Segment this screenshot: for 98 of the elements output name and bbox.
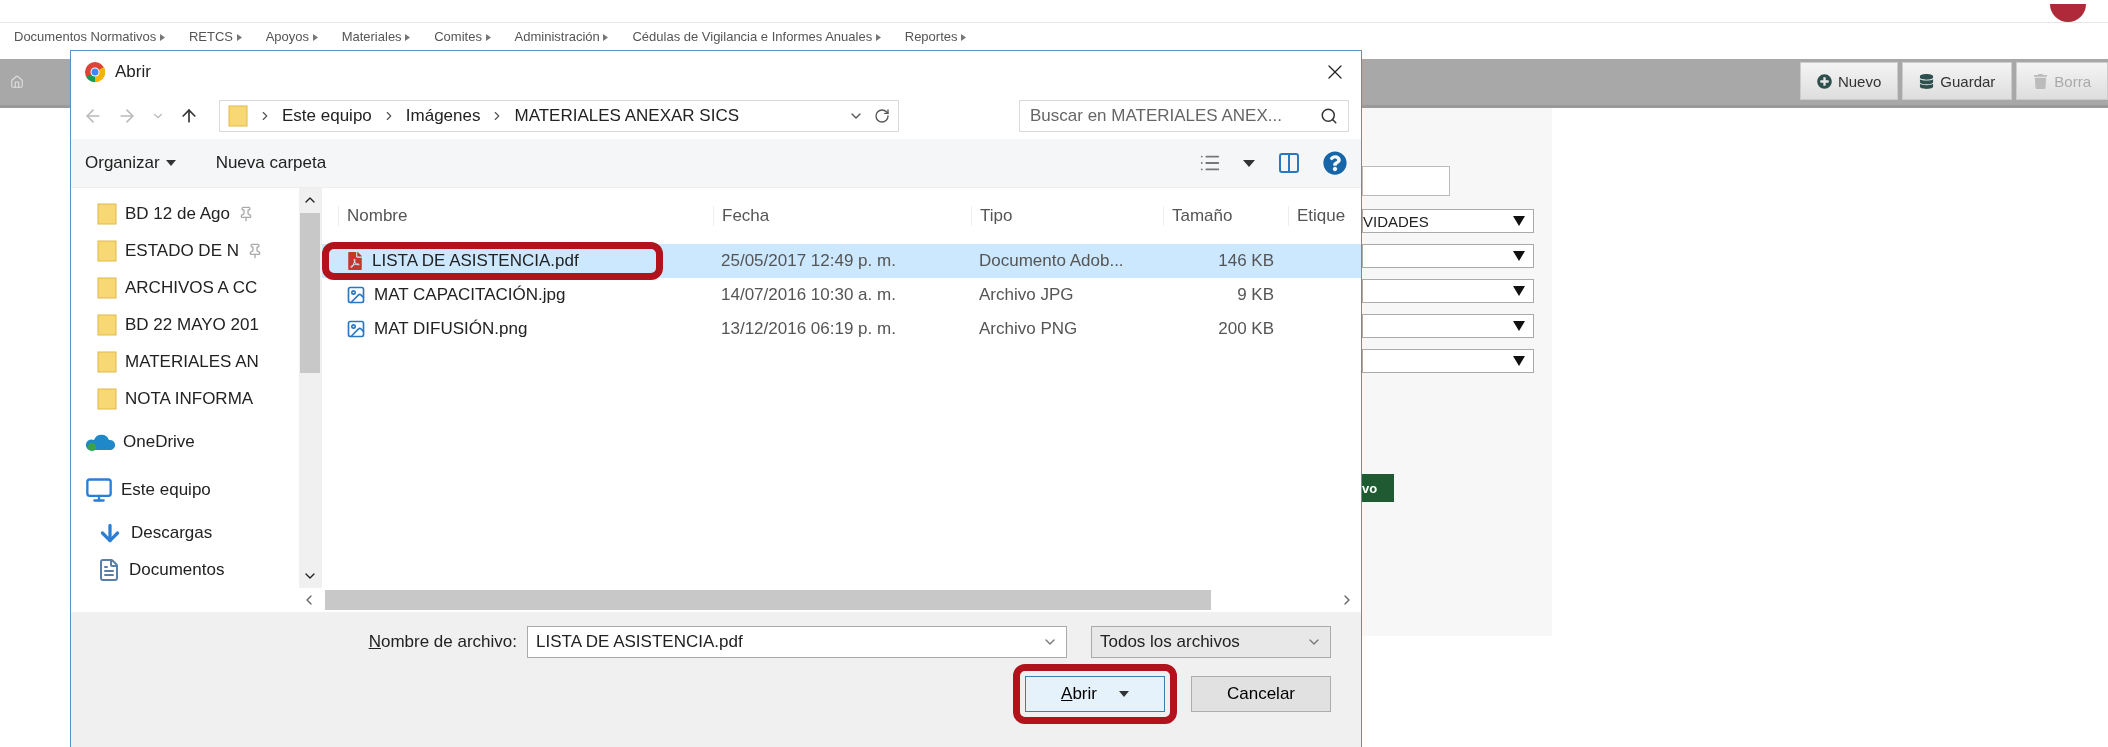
menu-item[interactable]: Materiales — [341, 29, 411, 51]
computer-icon — [85, 476, 113, 504]
filename-field[interactable]: LISTA DE ASISTENCIA.pdf — [527, 626, 1067, 658]
nav-item[interactable]: OneDrive — [71, 417, 299, 466]
save-icon — [1919, 73, 1935, 89]
folder-icon — [97, 239, 117, 264]
nav-item[interactable]: Descargas — [71, 514, 299, 552]
caret-icon — [1513, 286, 1525, 296]
delete-icon — [2033, 73, 2049, 89]
caret-icon — [165, 160, 176, 166]
path-crumb[interactable]: MATERIALES ANEXAR SICS — [514, 106, 739, 126]
command-button[interactable]: Organizar — [85, 153, 176, 173]
file-row[interactable]: MAT DIFUSIÓN.png 13/12/2016 06:19 p. m. Archivo PNG 200 KB — [322, 312, 1361, 346]
scrollbar[interactable] — [299, 188, 321, 588]
caret-icon — [1513, 321, 1525, 331]
file-size: 200 KB — [1217, 319, 1275, 339]
file-name: MAT DIFUSIÓN.png — [374, 319, 528, 339]
search-field[interactable]: Buscar en MATERIALES ANEX... — [1019, 100, 1349, 132]
preview-pane-icon[interactable] — [1277, 151, 1301, 175]
file-date: 14/07/2016 10:30 a. m. — [720, 285, 897, 305]
file-size: 146 KB — [1217, 251, 1275, 271]
folder-icon — [97, 202, 117, 227]
caret-icon — [1118, 691, 1129, 697]
path-crumb[interactable]: Imágenes — [405, 106, 481, 126]
file-type: Archivo JPG — [978, 285, 1075, 305]
search-icon — [1320, 107, 1338, 125]
dialog-title: Abrir — [115, 62, 152, 82]
file-type: Documento Adob... — [978, 251, 1125, 271]
file-row[interactable]: MAT CAPACITACIÓN.jpg 14/07/2016 10:30 a. m. Archivo JPG 9 KB — [322, 278, 1361, 312]
dialog-button[interactable]: Cancelar — [1191, 676, 1331, 712]
logo-icon — [2048, 4, 2088, 22]
address-bar[interactable]: Este equipo Imágenes MATERIALES ANEXAR SICS — [219, 100, 899, 132]
caret-icon — [159, 34, 165, 41]
file-type-select[interactable]: Todos los archivos — [1091, 626, 1331, 658]
column-header[interactable]: Fecha — [713, 206, 971, 226]
toolbar-button[interactable]: Nuevo — [1799, 62, 1899, 100]
menu-item[interactable]: Reportes — [904, 29, 967, 51]
select-field[interactable]: VIDADES — [1362, 209, 1534, 233]
caret-icon — [961, 34, 967, 41]
nav-item[interactable]: MATERIALES AN — [71, 343, 299, 381]
caret-icon — [1513, 216, 1525, 226]
select-field[interactable] — [1362, 314, 1534, 338]
caret-icon — [1513, 251, 1525, 261]
caret-icon — [1513, 356, 1525, 366]
menu-item[interactable]: Cédulas de Vigilancia e Informes Anuales — [632, 29, 881, 51]
menu-item[interactable]: Administración — [514, 29, 609, 51]
dialog-button[interactable]: Abrir — [1025, 676, 1165, 712]
menu-item[interactable]: Apoyos — [265, 29, 318, 51]
file-row[interactable]: LISTA DE ASISTENCIA.pdf 25/05/2017 12:49 p. m. Documento Adob... 146 KB — [322, 244, 1361, 278]
folder-icon — [228, 104, 248, 128]
nav-item[interactable]: Este equipo — [71, 465, 299, 515]
nav-item[interactable]: BD 22 MAYO 201 — [71, 306, 299, 344]
pdf-icon — [346, 252, 364, 270]
path-crumb[interactable]: Este equipo — [282, 106, 372, 126]
caret-icon — [236, 34, 242, 41]
nav-item[interactable]: Documentos — [71, 551, 299, 589]
caret-icon — [312, 34, 318, 41]
nav-item[interactable]: BD 12 de Ago — [71, 196, 299, 233]
command-button[interactable]: Nueva carpeta — [215, 153, 327, 173]
toolbar-button[interactable]: Guardar — [1902, 62, 2013, 100]
file-size: 9 KB — [1236, 285, 1275, 305]
column-header[interactable]: Nombre — [338, 206, 713, 226]
folder-icon — [97, 276, 117, 301]
caret-icon — [875, 34, 881, 41]
select-field[interactable] — [1362, 279, 1534, 303]
image-icon — [346, 285, 366, 305]
column-header[interactable]: Tipo — [971, 206, 1163, 226]
select-field[interactable] — [1362, 349, 1534, 373]
help-icon[interactable] — [1323, 151, 1347, 175]
caret-icon[interactable] — [1243, 159, 1255, 167]
form-button[interactable]: vo — [1362, 474, 1394, 502]
menu-item[interactable]: Documentos Normativos — [14, 29, 165, 51]
file-name: LISTA DE ASISTENCIA.pdf — [372, 251, 579, 271]
refresh-icon[interactable] — [874, 108, 890, 124]
folder-icon — [97, 386, 117, 411]
filename-label: Nombre de archivo: — [368, 632, 517, 652]
file-type: Archivo PNG — [978, 319, 1079, 339]
caret-icon — [603, 34, 609, 41]
nav-item[interactable]: ARCHIVOS A CC — [71, 269, 299, 307]
file-name: MAT CAPACITACIÓN.jpg — [374, 285, 566, 305]
column-header[interactable]: Tamaño — [1163, 206, 1288, 226]
menu-item[interactable]: Comites — [434, 29, 491, 51]
menu-item[interactable]: RETCS — [188, 29, 242, 51]
folder-icon — [97, 349, 117, 374]
caret-icon — [405, 34, 411, 41]
nav-item[interactable]: NOTA INFORMA — [71, 380, 299, 418]
select-field[interactable] — [1362, 244, 1534, 268]
file-date: 13/12/2016 06:19 p. m. — [720, 319, 897, 339]
column-header[interactable]: Etique — [1288, 206, 1361, 226]
plus-icon — [1816, 73, 1832, 89]
browser-icon — [85, 62, 105, 82]
folder-icon — [97, 313, 117, 338]
text-field[interactable] — [1362, 166, 1450, 196]
document-icon — [97, 557, 121, 582]
image-icon — [346, 319, 366, 339]
nav-item[interactable]: ESTADO DE N — [71, 232, 299, 270]
file-date: 25/05/2017 12:49 p. m. — [720, 251, 897, 271]
caret-icon — [485, 34, 491, 41]
